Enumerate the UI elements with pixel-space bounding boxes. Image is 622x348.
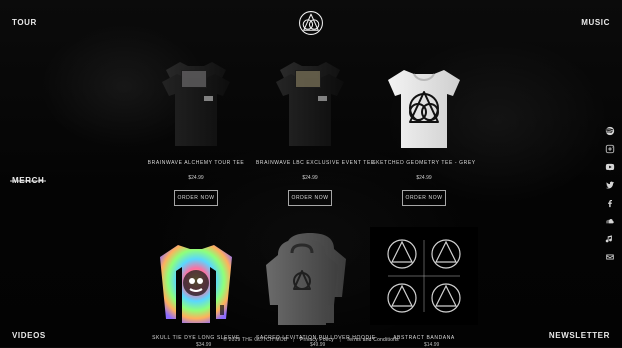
product-card: BRAINWAVE LBC EXCLUSIVE EVENT TEE $24.99… [256, 52, 375, 206]
order-now-button[interactable]: ORDER NOW [174, 190, 218, 206]
product-card: SKULL TIE DYE LONG SLEEVE [142, 227, 250, 341]
long-sleeve-icon [160, 245, 232, 323]
tshirt-icon [276, 62, 344, 146]
product-image[interactable] [142, 227, 250, 325]
product-title: BRAINWAVE ALCHEMY TOUR TEE [147, 160, 245, 166]
product-price: $24.99 [416, 175, 432, 181]
order-now-button[interactable]: ORDER NOW [402, 190, 446, 206]
instagram-icon[interactable] [604, 143, 616, 155]
footer-separator: | [339, 337, 342, 343]
nav-videos[interactable]: VIDEOS [12, 331, 46, 340]
hoodie-icon [266, 233, 346, 325]
product-card: ABSTRACT BANDANA [370, 227, 478, 341]
twitter-icon[interactable] [604, 179, 616, 191]
social-rail [603, 125, 617, 263]
youtube-icon[interactable] [604, 161, 616, 173]
footer: © 2019 THE GLITCH MOB | Privacy Policy |… [223, 337, 399, 343]
product-image[interactable] [256, 227, 364, 325]
email-icon[interactable] [604, 251, 616, 263]
logo-icon [299, 11, 323, 35]
page: TOUR MUSIC MERCH VIDEOS NEWSLETTER BRAIN… [0, 0, 622, 348]
tshirt-icon [162, 62, 230, 146]
nav-newsletter[interactable]: NEWSLETTER [549, 331, 610, 340]
soundcloud-icon[interactable] [604, 215, 616, 227]
product-price-bottom-3: $14.99 [424, 342, 440, 348]
product-title: BRAINWAVE LBC EXCLUSIVE EVENT TEE [256, 160, 375, 166]
product-card: BRAINWAVE ALCHEMY TOUR TEE $24.99 ORDER … [142, 52, 250, 206]
product-price: $24.99 [302, 175, 318, 181]
product-card: SACRED LEVITATION PULLOVER HOODIE [256, 227, 375, 341]
product-image[interactable] [256, 52, 364, 150]
product-grid: BRAINWAVE ALCHEMY TOUR TEE $24.99 ORDER … [142, 52, 482, 347]
product-image[interactable] [370, 227, 478, 325]
tshirt-icon [388, 70, 460, 148]
product-card: SKETCHED GEOMETRY TEE - GREY $24.99 ORDE… [370, 52, 478, 206]
order-now-button[interactable]: ORDER NOW [288, 190, 332, 206]
bandana-icon [380, 232, 468, 320]
nav-merch-label: MERCH [12, 176, 45, 185]
privacy-policy-link[interactable]: Privacy Policy [300, 337, 334, 343]
product-image[interactable] [142, 52, 250, 150]
footer-copyright: © 2019 THE GLITCH MOB [223, 337, 288, 343]
nav-tour[interactable]: TOUR [12, 18, 37, 27]
facebook-icon[interactable] [604, 197, 616, 209]
product-title: SKETCHED GEOMETRY TEE - GREY [372, 160, 476, 166]
nav-music[interactable]: MUSIC [581, 18, 610, 27]
product-price: $24.99 [188, 175, 204, 181]
footer-separator: | [292, 337, 295, 343]
spotify-icon[interactable] [604, 125, 616, 137]
site-logo[interactable] [298, 10, 324, 36]
product-image[interactable] [370, 52, 478, 150]
product-price-bottom-1: $34.99 [196, 342, 212, 348]
nav-merch[interactable]: MERCH [12, 176, 44, 185]
terms-link[interactable]: Terms and Conditions [347, 337, 399, 343]
itunes-icon[interactable] [604, 233, 616, 245]
